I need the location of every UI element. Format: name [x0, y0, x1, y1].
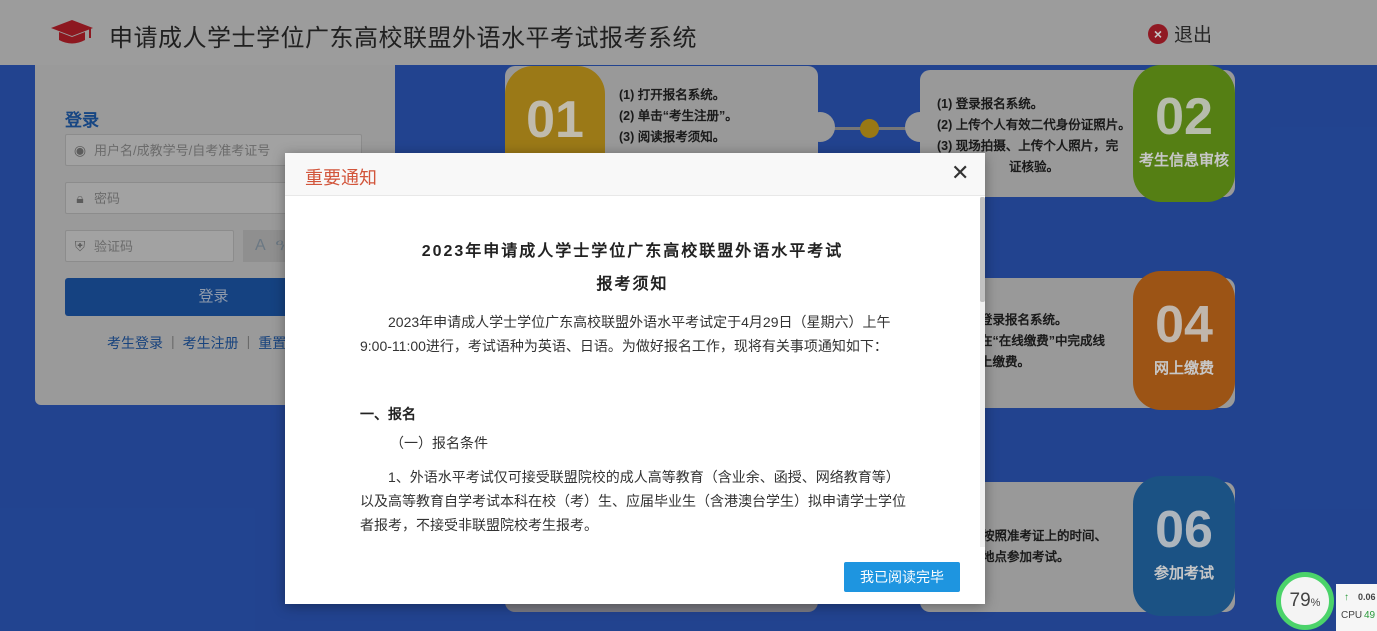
arrow-up-icon: ↑: [1344, 592, 1349, 603]
modal-header: 重要通知 ✕: [285, 153, 985, 196]
item-paragraph: 1、外语水平考试仅可接受联盟院校的成人高等教育（含业余、函授、网络教育等）以及高…: [360, 469, 906, 533]
intro-paragraph: 2023年申请成人学士学位广东高校联盟外语水平考试定于4月29日（星期六）上午9…: [360, 314, 891, 354]
section-heading: 一、报名: [360, 406, 416, 422]
cpu-panel: ↑ 0.06 CPU 49: [1336, 584, 1377, 631]
close-icon[interactable]: ✕: [951, 162, 969, 184]
modal-scrollbar[interactable]: [980, 197, 985, 547]
scrollbar-thumb[interactable]: [980, 197, 985, 302]
cpu-usage-ring[interactable]: 79%: [1276, 572, 1334, 630]
modal-body[interactable]: 2023年申请成人学士学位广东高校联盟外语水平考试 报考须知 2023年申请成人…: [285, 197, 985, 547]
cpu-percent: 79: [1289, 590, 1311, 611]
cpu-label: CPU: [1341, 610, 1363, 621]
cpu-percent-unit: %: [1310, 597, 1321, 609]
confirm-read-button[interactable]: 我已阅读完毕: [844, 562, 960, 592]
net-value: 0.06: [1358, 592, 1376, 602]
doc-title-line2: 报考须知: [596, 276, 669, 293]
cpu-value: 49: [1364, 610, 1376, 621]
subsection-heading: （一）报名条件: [390, 435, 488, 451]
modal-title: 重要通知: [305, 168, 377, 188]
doc-title-line1: 2023年申请成人学士学位广东高校联盟外语水平考试: [421, 243, 844, 260]
notice-modal: 重要通知 ✕ 2023年申请成人学士学位广东高校联盟外语水平考试 报考须知 20…: [285, 153, 985, 604]
